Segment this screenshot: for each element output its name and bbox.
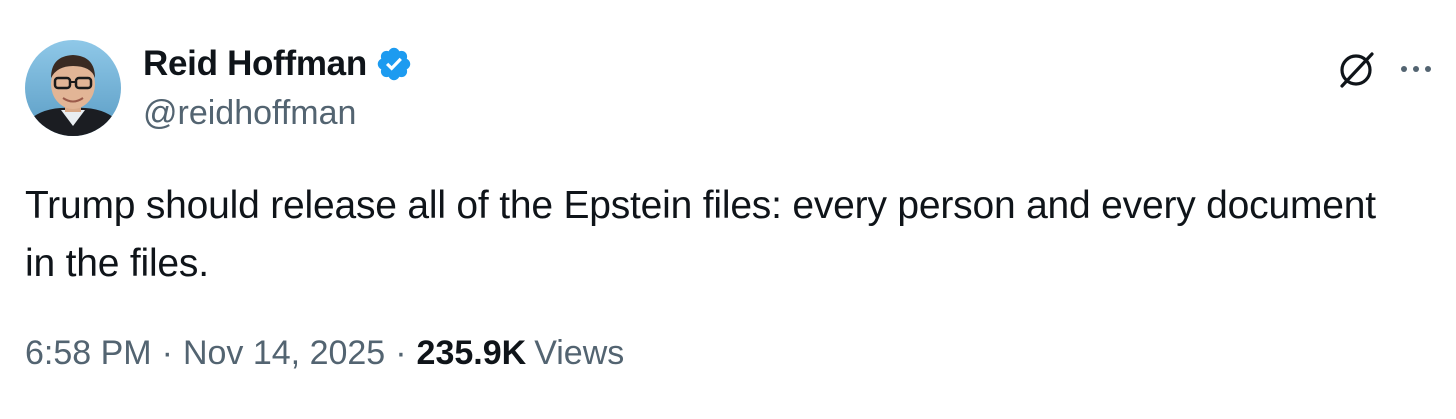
- author-name-row[interactable]: Reid Hoffman: [143, 42, 413, 86]
- tweet-date[interactable]: Nov 14, 2025: [183, 334, 385, 373]
- author-display-name[interactable]: Reid Hoffman: [143, 44, 367, 84]
- author-handle[interactable]: @reidhoffman: [143, 94, 356, 133]
- views-label[interactable]: Views: [534, 334, 624, 373]
- meta-separator: ·: [161, 334, 173, 372]
- tweet-card: Reid Hoffman @reidhoffman Trump should r…: [0, 0, 1456, 419]
- tweet-top-actions: [1334, 44, 1434, 94]
- tweet-text: Trump should release all of the Epstein …: [25, 184, 1376, 285]
- avatar-photo: [25, 40, 121, 136]
- tweet-time[interactable]: 6:58 PM: [25, 334, 152, 373]
- views-count[interactable]: 235.9K: [417, 334, 527, 373]
- avatar[interactable]: [25, 40, 121, 136]
- more-options-icon[interactable]: [1398, 51, 1434, 87]
- verified-badge-icon[interactable]: [375, 45, 413, 83]
- meta-separator: ·: [395, 334, 407, 372]
- tweet-meta: 6:58 PM · Nov 14, 2025 · 235.9K Views: [25, 334, 624, 373]
- grok-icon[interactable]: [1334, 46, 1380, 92]
